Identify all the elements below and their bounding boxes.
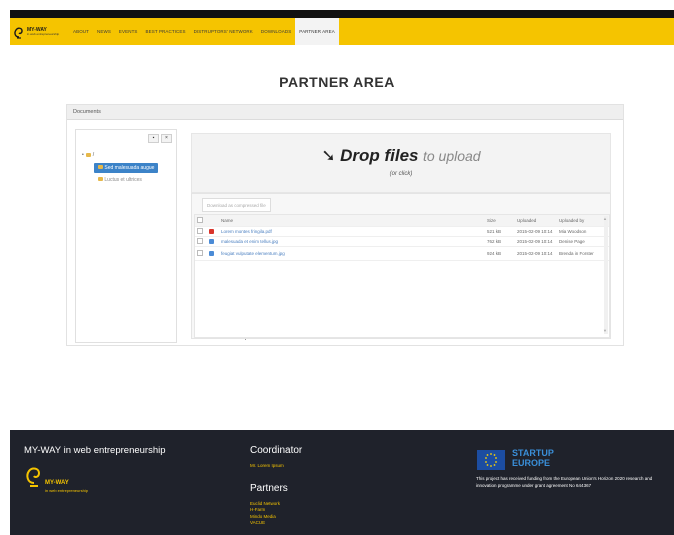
file-uploaded: 2015-02-09 10:14	[517, 229, 553, 234]
folder-tree: ▪ × • / Sed malesuada augue Luctus et ul…	[75, 129, 177, 343]
startup-europe-logo: STARTUP EUROPE	[512, 448, 554, 468]
brand-tagline: in web entrepreneurship	[27, 31, 60, 36]
top-strip	[10, 10, 674, 18]
coordinator-heading: Coordinator	[250, 445, 303, 456]
folder-icon	[98, 177, 103, 181]
tree-item-child[interactable]: Luctus et ultrices	[98, 177, 142, 183]
file-uploaded: 2015-02-09 10:14	[517, 239, 553, 244]
coordinator-name[interactable]: Mr. Lorem Ipsum	[250, 463, 284, 468]
page-title: PARTNER AREA	[279, 74, 395, 90]
file-uploaded-by: Denise Page	[559, 239, 585, 244]
download-compressed-button[interactable]: Download as compressed file	[202, 198, 271, 212]
folder-icon	[85, 153, 91, 157]
table-row[interactable]: feugiat vulputate elementum.jpg 924 kB 2…	[195, 247, 609, 261]
nav-partner-area[interactable]: PARTNER AREA	[295, 18, 339, 45]
column-name[interactable]: Name	[219, 218, 485, 223]
footer-logo-tagline: in web entrepreneurship	[45, 488, 88, 493]
pdf-file-icon	[209, 228, 214, 234]
table-row[interactable]: malesuada et enim tellus.jpg 762 kB 2015…	[195, 237, 609, 247]
footer-title: MY-WAY in web entrepreneurship	[24, 445, 166, 456]
column-uploaded-by[interactable]: Uploaded by	[557, 218, 599, 223]
documents-panel: Documents ▪ × • / Sed malesuada augue Lu…	[66, 104, 624, 346]
nav-best-practices[interactable]: BEST PRACTICES	[142, 18, 190, 45]
image-file-icon	[209, 238, 214, 244]
tree-toolbar: ▪ ×	[148, 134, 172, 143]
funding-statement: This project has received funding from t…	[476, 476, 653, 488]
files-panel: Download as compressed file Name Size Up…	[191, 193, 611, 339]
startup-logo-line1: STARTUP	[512, 448, 554, 458]
partners-list: Euclid Network H-Farm Mindo Media VACUE	[250, 501, 280, 527]
column-uploaded[interactable]: Uploaded	[515, 218, 557, 223]
partner-link[interactable]: VACUE	[250, 520, 280, 526]
bullet-icon: •	[82, 152, 84, 158]
row-checkbox[interactable]	[197, 228, 203, 234]
file-name[interactable]: malesuada et enim tellus.jpg	[219, 239, 485, 244]
nav-disruptors-network[interactable]: DISTRUPTORS' NETWORK	[190, 18, 257, 45]
startup-logo-line2: EUROPE	[512, 458, 551, 468]
column-size[interactable]: Size	[485, 218, 515, 223]
file-uploaded-by: Brenda in Forster	[559, 251, 594, 256]
image-file-icon	[209, 250, 214, 256]
file-uploaded: 2015-02-09 10:14	[517, 251, 553, 256]
tree-root-item[interactable]: • /	[82, 152, 94, 158]
tree-item-child-label: Luctus et ultrices	[104, 177, 142, 183]
folder-icon	[98, 165, 103, 169]
file-size: 521 kB	[487, 229, 502, 234]
nav-news[interactable]: NEWS	[93, 18, 115, 45]
nav-events[interactable]: EVENTS	[115, 18, 142, 45]
nav-about[interactable]: ABOUT	[69, 18, 93, 45]
row-checkbox[interactable]	[197, 238, 203, 244]
file-table: Name Size Uploaded Uploaded by Lorem mon…	[194, 214, 610, 338]
table-scrollbar[interactable]	[604, 216, 608, 334]
partners-heading: Partners	[250, 483, 288, 494]
tree-item-selected-label: Sed malesuada augue	[104, 165, 155, 171]
dropzone-main-text: Drop files	[340, 146, 419, 165]
row-checkbox[interactable]	[197, 250, 203, 256]
footer-logo-icon	[26, 467, 41, 487]
brand-swirl-icon	[14, 27, 23, 39]
tree-item-selected[interactable]: Sed malesuada augue	[94, 163, 159, 173]
file-size: 924 kB	[487, 251, 502, 256]
table-header-row: Name Size Uploaded Uploaded by	[195, 215, 609, 227]
dropzone-hint: (or click)	[389, 171, 413, 177]
new-folder-icon[interactable]: ▪	[148, 134, 159, 143]
upload-arrow-icon: ➘	[321, 146, 336, 165]
select-all-checkbox[interactable]	[197, 217, 203, 223]
scroll-up-icon[interactable]: ▲	[603, 216, 607, 221]
scroll-down-icon[interactable]: ▼	[603, 328, 607, 333]
file-size: 762 kB	[487, 239, 502, 244]
nav-downloads[interactable]: DOWNLOADS	[257, 18, 295, 45]
site-footer: MY-WAY in web entrepreneurship MY-WAY in…	[10, 430, 674, 535]
delete-folder-icon[interactable]: ×	[161, 134, 172, 143]
eu-flag-icon	[477, 450, 505, 470]
file-name[interactable]: feugiat vulputate elementum.jpg	[219, 251, 485, 256]
table-row[interactable]: Lorem montes fringila.pdf 521 kB 2015-02…	[195, 227, 609, 237]
documents-header: Documents	[67, 105, 623, 120]
file-uploaded-by: Mia Woodson	[559, 229, 587, 234]
tree-root-label: /	[92, 152, 95, 158]
main-navbar: MY-WAY in web entrepreneurship ABOUT NEW…	[10, 18, 674, 45]
footer-logo-name: MY-WAY	[45, 480, 69, 486]
upload-dropzone[interactable]: ➘ Drop files to upload (or click)	[191, 133, 611, 193]
brand-logo[interactable]: MY-WAY in web entrepreneurship	[13, 25, 69, 39]
dropzone-sub-text: to upload	[422, 148, 481, 164]
file-name[interactable]: Lorem montes fringila.pdf	[219, 229, 485, 234]
